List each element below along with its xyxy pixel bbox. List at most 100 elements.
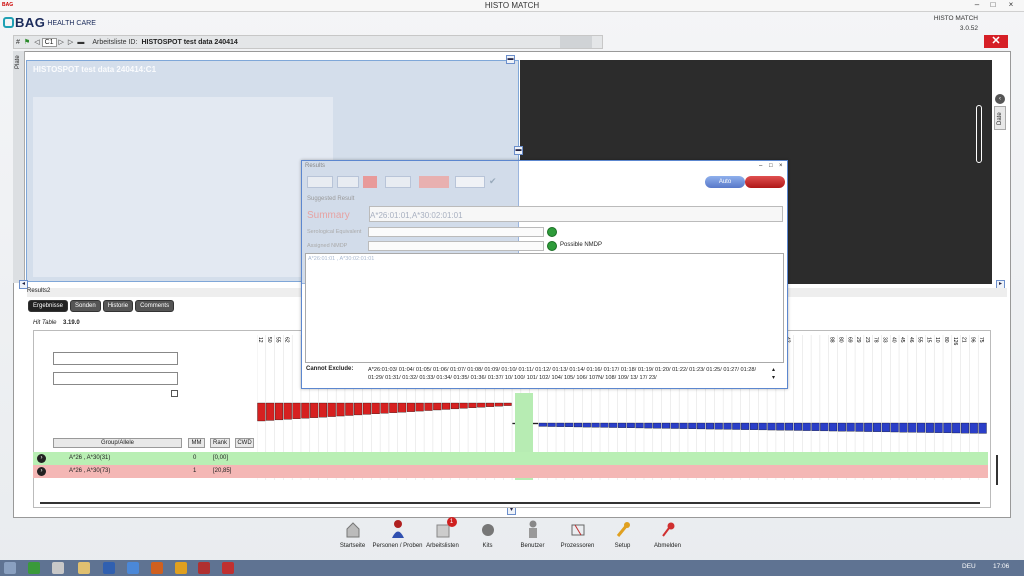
suggested-result-label: Suggested Result [307, 196, 355, 202]
prev-icon[interactable]: ◁ [34, 38, 39, 46]
probe-bar [415, 402, 424, 412]
vertical-scrollbar[interactable] [996, 455, 998, 485]
excel-icon[interactable] [28, 562, 40, 574]
window-close-button[interactable]: × [1004, 0, 1018, 11]
probe-bar [292, 402, 301, 419]
dock-setup[interactable]: Setup [601, 517, 645, 559]
plate-tab[interactable]: Plate [13, 51, 25, 283]
next-icon[interactable]: ▷ [59, 38, 64, 46]
toolbar-blank-icon[interactable] [455, 176, 485, 188]
dialog-minimize-icon[interactable]: – [759, 163, 762, 169]
tab-ergebnisse[interactable]: Ergebnisse [28, 300, 69, 312]
folder-taskbar-icon[interactable] [78, 562, 90, 574]
flag-icon[interactable]: ⚑ [24, 38, 30, 46]
plate-overlay-title: HISTOSPOT test data 240414:C1 [33, 65, 157, 74]
probe-bar [398, 402, 407, 413]
table-row[interactable]: › A*26 , A*30(31) 0 [0,00] [33, 452, 988, 465]
grid-icon[interactable]: # [16, 39, 20, 46]
panel-minimize-icon[interactable]: ▬ [506, 55, 515, 64]
minimize-button[interactable]: – [970, 0, 984, 11]
powerpoint-icon[interactable] [151, 562, 163, 574]
filter-input-1[interactable] [53, 352, 178, 365]
toolbar-hand-icon[interactable] [307, 176, 333, 188]
toolbar-tool-icon[interactable] [337, 176, 359, 188]
toolbar-check-icon[interactable]: ✔ [489, 176, 511, 188]
worklist-chip[interactable]: C1 [41, 37, 57, 47]
row-mm: 1 [193, 468, 197, 474]
toolbar-eraser-icon[interactable] [385, 176, 411, 188]
probe-bar [758, 422, 767, 431]
cannot-exclude-scroll-icon[interactable]: ▴ [772, 366, 775, 373]
dock-arbeitslisten[interactable]: 1 Arbeitslisten [421, 517, 465, 559]
tab-sonden[interactable]: Sonden [70, 300, 101, 312]
app-close-button[interactable]: ✕ [984, 35, 1008, 48]
row-rank: [20,85] [213, 468, 232, 474]
viewer-scrollbar[interactable] [976, 105, 982, 163]
toolbar-reject-icon[interactable] [419, 176, 449, 188]
start-icon[interactable] [4, 562, 16, 574]
dialog-maximize-icon[interactable]: □ [769, 163, 773, 169]
cwd-header[interactable]: CWD [235, 438, 254, 448]
print-icon[interactable] [560, 36, 592, 48]
nmdp-label: Assigned NMDP [307, 243, 348, 249]
serological-field[interactable] [368, 227, 544, 237]
tab-comments[interactable]: Comments [135, 300, 175, 312]
nmdp-ok-icon[interactable] [547, 241, 557, 251]
tab-historie[interactable]: Historie [102, 300, 134, 312]
app-icon[interactable] [175, 562, 187, 574]
probe-bar [644, 422, 653, 429]
horizontal-scrollbar[interactable] [40, 500, 980, 506]
probe-header-label: 45 [899, 337, 905, 343]
toolbar-color-icon[interactable] [363, 176, 377, 188]
cannot-exclude-scroll-down-icon[interactable]: ▾ [772, 374, 775, 381]
row-expand-icon[interactable]: › [37, 454, 46, 463]
result-list[interactable] [305, 253, 784, 363]
dock-abmelden[interactable]: Abmelden [646, 517, 690, 559]
collapse-right-icon[interactable]: ‹ [995, 94, 1005, 104]
table-row[interactable]: › A*26 , A*30(73) 1 [20,85] [33, 465, 988, 478]
resize-handle-icon[interactable] [171, 390, 178, 397]
dock-prozessoren[interactable]: Prozessoren [556, 517, 600, 559]
auto-button[interactable]: Auto [705, 176, 745, 188]
nmdp-field[interactable] [368, 241, 544, 251]
explorer-icon[interactable] [52, 562, 64, 574]
results-dialog: Results ✔ Auto – □ × Suggested Result Su… [301, 160, 788, 389]
last-icon[interactable]: ▷ [68, 38, 73, 46]
rank-header[interactable]: Rank [210, 438, 230, 448]
group-allele-header[interactable]: Group/Allele [53, 438, 182, 448]
histo-match-taskbar-icon[interactable] [222, 562, 234, 574]
probe-header-label: 55 [275, 337, 281, 343]
plate-overlay-image [33, 97, 333, 277]
dock-bottom-icon[interactable]: ▬ [514, 146, 523, 155]
dock-kits[interactable]: Kits [466, 517, 510, 559]
probe-bar [881, 422, 890, 433]
maximize-button[interactable]: □ [986, 0, 1000, 11]
ie-icon[interactable] [127, 562, 139, 574]
dock-personen[interactable]: Personen / Proben [372, 517, 423, 559]
mm-header[interactable]: MM [188, 438, 205, 448]
bag-app-icon[interactable] [198, 562, 210, 574]
probe-bar [916, 422, 926, 433]
filter-input-2[interactable] [53, 372, 178, 385]
row-expand-icon[interactable]: › [37, 467, 46, 476]
probe-bar [899, 422, 908, 433]
row-rank: [0,00] [213, 455, 229, 461]
date-tab[interactable]: Date [994, 106, 1006, 130]
probe-bar [943, 422, 952, 434]
dialog-close-icon[interactable]: × [779, 163, 783, 169]
plate-tab-label: Plate [15, 55, 21, 69]
probe-bar [565, 422, 574, 427]
reject-button[interactable] [745, 176, 785, 188]
probe-bar [362, 402, 371, 415]
word-icon[interactable] [103, 562, 115, 574]
probe-bar [952, 422, 961, 434]
probe-header-label: 40 [890, 337, 896, 343]
language-indicator[interactable]: DEU [962, 563, 976, 570]
dock-benutzer[interactable]: Benutzer [511, 517, 555, 559]
serological-ok-icon[interactable] [547, 227, 557, 237]
clock[interactable]: 17:06 [993, 563, 1009, 570]
collapse-icon[interactable]: ▬ [77, 39, 84, 46]
probe-bar [336, 402, 345, 417]
dialog-toolbar: ✔ [305, 176, 515, 189]
dock-startseite[interactable]: Startseite [331, 517, 375, 559]
